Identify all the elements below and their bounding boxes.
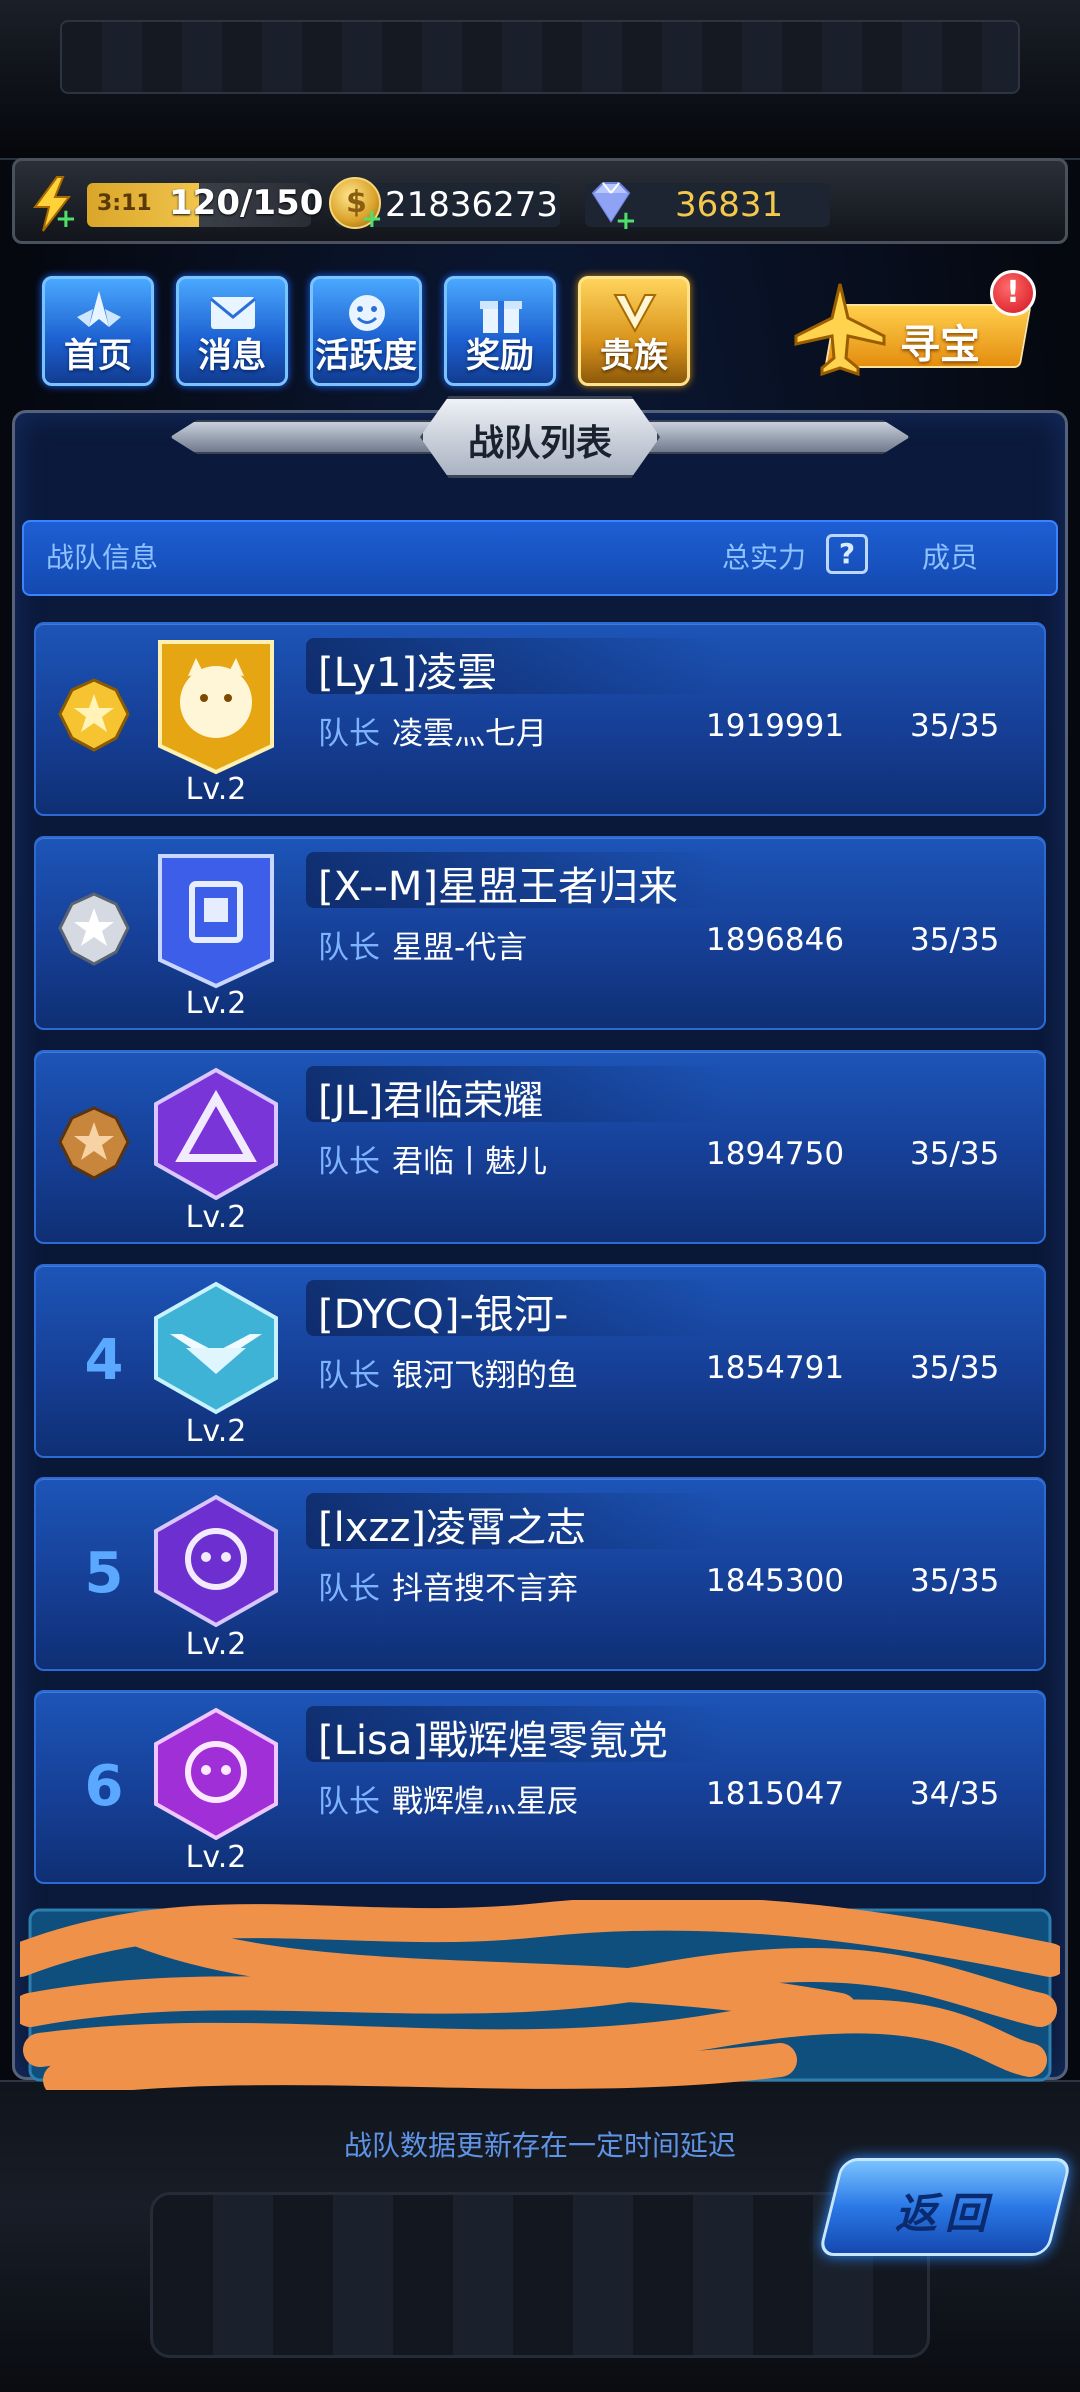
team-row[interactable]: 4 Lv.2 [DYCQ]-银河- 队长 银河飞翔的鱼 1854791 35/3… — [34, 1264, 1046, 1458]
wings-emblem-icon — [154, 1281, 278, 1415]
team-name: [lxzz]凌霄之志 — [318, 1505, 586, 1551]
team-power: 1845300 — [706, 1563, 845, 1599]
team-power: 1896846 — [706, 922, 845, 958]
alert-badge: ! — [990, 270, 1036, 316]
header-total-power: 总实力 — [722, 541, 807, 574]
team-level: Lv.2 — [185, 1840, 247, 1875]
panel-title: 战队列表 — [467, 423, 612, 464]
header-members: 成员 — [922, 541, 979, 574]
coin-plus-icon[interactable]: + — [361, 206, 383, 232]
nav-activity-label: 活跃度 — [315, 336, 417, 376]
nav-noble-button[interactable]: 贵族 — [578, 276, 690, 386]
coin-value: 21836273 — [385, 185, 559, 225]
back-button[interactable]: 返回 — [817, 2158, 1073, 2256]
captain-name: 戰辉煌灬星辰 — [392, 1784, 578, 1820]
back-label: 返回 — [894, 2189, 995, 2238]
gem-value: 36831 — [675, 185, 784, 225]
title-wing-left — [170, 420, 440, 454]
nav-messages-label: 消息 — [198, 336, 266, 376]
help-icon[interactable]: ? — [826, 534, 868, 574]
nav-messages-button[interactable]: 消息 — [176, 276, 288, 386]
team-row[interactable]: 5 Lv.2 [lxzz]凌霄之志 队长 抖音搜不言弃 1845300 35/3… — [34, 1477, 1046, 1671]
nav-activity-button[interactable]: 活跃度 — [310, 276, 422, 386]
bronze-medal-icon — [58, 1106, 130, 1180]
team-name: [Ly1]凌雲 — [318, 650, 497, 696]
captain-label: 队长 — [318, 1358, 380, 1394]
captain-name: 银河飞翔的鱼 — [392, 1358, 578, 1394]
team-level: Lv.2 — [185, 986, 247, 1021]
team-name: [Lisa]戰辉煌零氪党 — [318, 1718, 668, 1764]
skull-emblem-icon — [154, 1494, 278, 1628]
top-mech-frame — [0, 0, 1080, 160]
captain-name: 抖音搜不言弃 — [392, 1571, 578, 1607]
triangle-emblem-icon — [154, 1067, 278, 1201]
list-header — [22, 520, 1058, 596]
team-level: Lv.2 — [185, 1627, 247, 1662]
team-row[interactable]: Lv.2 [JL]君临荣耀 队长 君临丨魅儿 1894750 35/35 — [34, 1050, 1046, 1244]
gem-plus-icon[interactable]: + — [615, 208, 637, 234]
nav-rewards-button[interactable]: 奖励 — [444, 276, 556, 386]
team-name: [DYCQ]-银河- — [318, 1292, 569, 1338]
team-members: 35/35 — [910, 1563, 1000, 1599]
treasure-label: 寻宝 — [900, 322, 980, 368]
rank-number: 4 — [84, 1328, 124, 1393]
silver-medal-icon — [58, 892, 130, 966]
energy-timer: 3:11 — [97, 191, 152, 216]
captain-label: 队长 — [318, 1144, 380, 1180]
team-level: Lv.2 — [185, 1414, 247, 1449]
captain-name: 君临丨魅儿 — [392, 1144, 547, 1180]
team-power: 1919991 — [706, 708, 845, 744]
energy-value: 120/150 — [169, 183, 324, 223]
team-members: 34/35 — [910, 1776, 1000, 1812]
rank-number: 6 — [84, 1754, 124, 1819]
captain-name: 凌雲灬七月 — [392, 716, 547, 752]
nav-home-label: 首页 — [64, 336, 132, 376]
team-power: 1854791 — [706, 1350, 845, 1386]
team-members: 35/35 — [910, 922, 1000, 958]
team-row[interactable]: Lv.2 [Ly1]凌雲 队长 凌雲灬七月 1919991 35/35 — [34, 622, 1046, 816]
team-row[interactable]: 6 Lv.2 [Lisa]戰辉煌零氪党 队长 戰辉煌灬星辰 1815047 34… — [34, 1690, 1046, 1884]
team-name: [JL]君临荣耀 — [318, 1078, 544, 1124]
nav-home-button[interactable]: 首页 — [42, 276, 154, 386]
captain-label: 队长 — [318, 930, 380, 966]
captain-label: 队长 — [318, 716, 380, 752]
captain-label: 队长 — [318, 1784, 380, 1820]
energy-plus-icon[interactable]: + — [55, 206, 77, 232]
rank-number: 5 — [84, 1541, 124, 1606]
cat-emblem-icon — [158, 640, 274, 775]
gold-medal-icon — [58, 678, 130, 752]
team-level: Lv.2 — [185, 772, 247, 807]
fighter-jet-icon — [794, 283, 886, 377]
captain-label: 队长 — [318, 1571, 380, 1607]
team-level: Lv.2 — [185, 1200, 247, 1235]
nav-noble-label: 贵族 — [600, 336, 668, 376]
captain-name: 星盟-代言 — [392, 930, 528, 966]
header-team-info: 战队信息 — [46, 541, 159, 574]
resource-bar: + 3:11 120/150 + 21836273 + 36831 — [12, 158, 1068, 244]
title-wing-right — [640, 420, 910, 454]
team-power: 1894750 — [706, 1136, 845, 1172]
team-power: 1815047 — [706, 1776, 845, 1812]
team-members: 35/35 — [910, 708, 1000, 744]
treasure-hunt-button[interactable]: 寻宝 ! — [790, 270, 1036, 386]
skull-emblem-icon — [154, 1707, 278, 1841]
team-members: 35/35 — [910, 1136, 1000, 1172]
tech-emblem-icon — [158, 854, 274, 989]
redaction-scribble — [20, 1900, 1060, 2090]
nav-rewards-label: 奖励 — [466, 336, 534, 376]
team-members: 35/35 — [910, 1350, 1000, 1386]
team-name: [X--M]星盟王者归来 — [318, 864, 678, 910]
team-row[interactable]: Lv.2 [X--M]星盟王者归来 队长 星盟-代言 1896846 35/35 — [34, 836, 1046, 1030]
